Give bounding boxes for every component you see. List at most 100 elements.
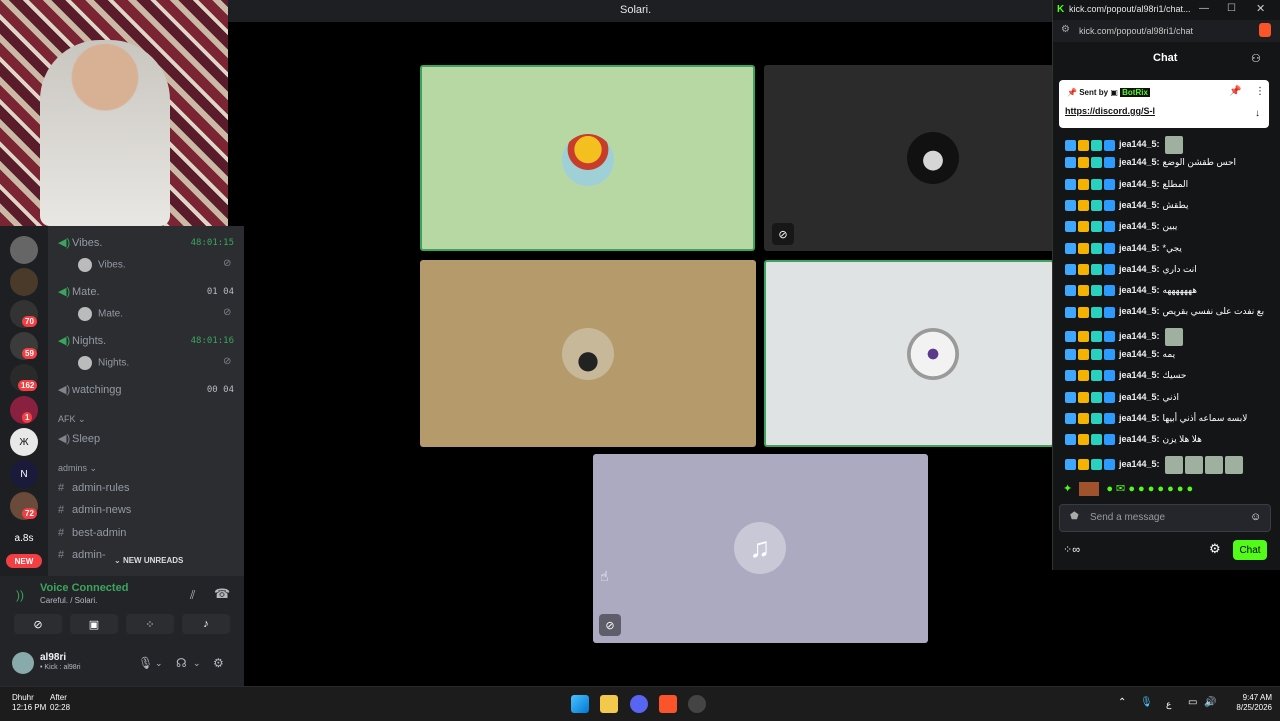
chevron-down-icon[interactable]: ⌄ bbox=[193, 658, 201, 669]
headphones-icon[interactable]: ☊ bbox=[176, 656, 187, 670]
maximize-icon[interactable]: ☐ bbox=[1227, 3, 1236, 14]
chat-username[interactable]: jea144_5: bbox=[1119, 157, 1160, 167]
chat-message[interactable]: jea144_5: *يجي bbox=[1065, 243, 1265, 261]
gear-icon[interactable]: ⚙ bbox=[213, 656, 224, 670]
chat-username[interactable]: jea144_5: bbox=[1119, 392, 1160, 402]
new-unreads-button[interactable]: ⌄ NEW UNREADS bbox=[108, 554, 190, 567]
file-explorer-icon[interactable] bbox=[600, 695, 618, 713]
minimize-icon[interactable]: — bbox=[1199, 3, 1209, 14]
voice-member[interactable]: Mate. ⊘ bbox=[78, 307, 231, 321]
chat-username[interactable]: jea144_5: bbox=[1119, 459, 1160, 469]
users-icon[interactable]: ⚇ bbox=[1251, 52, 1261, 65]
chat-message[interactable]: jea144_5: احس طقشن الوضع bbox=[1065, 157, 1265, 175]
chat-message[interactable]: jea144_5: يطقش bbox=[1065, 200, 1265, 218]
text-channel[interactable]: # admin-news bbox=[58, 504, 131, 516]
chat-message[interactable]: jea144_5: يبين bbox=[1065, 221, 1265, 239]
microphone-icon[interactable]: 🎙 bbox=[138, 656, 153, 670]
chat-username[interactable]: jea144_5: bbox=[1119, 200, 1160, 210]
chat-message[interactable]: jea144_5: اذني bbox=[1065, 392, 1265, 410]
chat-message[interactable]: jea144_5: المطلع bbox=[1065, 179, 1265, 197]
chat-username[interactable]: jea144_5: bbox=[1119, 243, 1160, 253]
address-bar[interactable]: ⚙ kick.com/popout/al98ri1/chat bbox=[1053, 20, 1280, 42]
start-icon[interactable] bbox=[571, 695, 589, 713]
chevron-up-icon[interactable]: ⌃ bbox=[1118, 698, 1126, 708]
chat-message[interactable]: jea144_5: حسيك bbox=[1065, 370, 1265, 388]
chat-message[interactable]: jea144_5: لابسه سماعه أذني أبيها bbox=[1065, 413, 1265, 431]
chat-send-button[interactable]: Chat bbox=[1233, 540, 1267, 560]
chat-username[interactable]: jea144_5: bbox=[1119, 349, 1160, 359]
video-tile[interactable] bbox=[764, 260, 1054, 447]
server-icon[interactable]: Ж bbox=[10, 428, 38, 456]
chat-username[interactable]: jea144_5: bbox=[1119, 285, 1160, 295]
pinned-message[interactable]: 📌 Sent by ▣ BotRix https://discord.gg/S-… bbox=[1059, 80, 1269, 128]
server-icon[interactable]: a.8s bbox=[10, 524, 38, 552]
close-icon[interactable]: ✕ bbox=[1256, 2, 1265, 15]
voice-channel-sleep[interactable]: ◀) Sleep bbox=[58, 432, 100, 445]
pinned-link[interactable]: https://discord.gg/S-l bbox=[1065, 106, 1155, 116]
server-icon[interactable] bbox=[10, 268, 38, 296]
chat-username[interactable]: jea144_5: bbox=[1119, 139, 1160, 149]
screenshare-button[interactable]: ▣ bbox=[70, 614, 118, 634]
voice-channel-mate[interactable]: ◀) Mate. bbox=[58, 285, 100, 298]
voice-connected-subtitle[interactable]: Careful. / Solari. bbox=[40, 596, 97, 605]
avatar[interactable] bbox=[12, 652, 34, 674]
chat-username[interactable]: jea144_5: bbox=[1119, 221, 1160, 231]
language-indicator[interactable]: ع bbox=[1166, 699, 1171, 709]
category-admins[interactable]: admins ⌄ bbox=[58, 463, 97, 474]
infinity-icon[interactable]: ⁘∞ bbox=[1063, 543, 1080, 556]
microphone-icon[interactable]: 🎙 bbox=[1140, 698, 1153, 708]
brave-icon[interactable] bbox=[659, 695, 677, 713]
chat-username[interactable]: jea144_5: bbox=[1119, 434, 1160, 444]
clock[interactable]: 9:47 AM 8/25/2026 bbox=[1228, 693, 1272, 713]
chat-message[interactable]: jea144_5: bbox=[1065, 327, 1265, 346]
app-icon[interactable] bbox=[688, 695, 706, 713]
activities-button[interactable]: ⁘ bbox=[126, 614, 174, 634]
voice-member[interactable]: Vibes. ⊘ bbox=[78, 258, 231, 272]
chat-message[interactable]: jea144_5: bbox=[1065, 136, 1265, 154]
chat-username[interactable]: jea144_5: bbox=[1119, 306, 1160, 316]
chat-message[interactable]: jea144_5: bbox=[1065, 455, 1265, 474]
site-info-icon[interactable]: ⚙ bbox=[1061, 24, 1070, 35]
emote-bar[interactable]: ✦ ● ✉ ● ● ● ● ● ● ● bbox=[1063, 482, 1193, 497]
send-message-input[interactable]: ⬟ Send a message ☺ bbox=[1059, 504, 1271, 532]
brave-shield-icon[interactable] bbox=[1259, 23, 1271, 37]
emoji-icon[interactable]: ☺ bbox=[1250, 511, 1261, 523]
server-icon[interactable]: N bbox=[10, 460, 38, 488]
emote-icon[interactable]: ● ✉ ● ● ● ● ● ● ● bbox=[1106, 483, 1193, 495]
soundboard-button[interactable]: ♪ bbox=[182, 614, 230, 634]
username[interactable]: al98ri bbox=[40, 652, 66, 663]
gear-icon[interactable]: ⚙ bbox=[1209, 541, 1221, 557]
chat-message[interactable]: jea144_5: هلا هلا يزن bbox=[1065, 434, 1265, 452]
server-icon[interactable] bbox=[10, 236, 38, 264]
emote-icon[interactable]: ✦ bbox=[1063, 483, 1072, 495]
noise-suppression-icon[interactable]: ⫽ bbox=[190, 588, 195, 603]
text-channel[interactable]: # admin-rules bbox=[58, 482, 129, 494]
video-tile[interactable]: ♫ ⊘ bbox=[593, 454, 928, 643]
prayer-widget[interactable]: Dhuhr 12:16 PM bbox=[12, 693, 46, 713]
chat-message[interactable]: jea144_5: انت داري bbox=[1065, 264, 1265, 282]
chat-username[interactable]: jea144_5: bbox=[1119, 331, 1160, 341]
voice-member[interactable]: Nights. ⊘ bbox=[78, 356, 231, 370]
video-tile[interactable]: ⊘ bbox=[764, 65, 1054, 251]
voice-channel-vibes[interactable]: ◀) Vibes. bbox=[58, 236, 102, 249]
chat-message[interactable]: jea144_5: يمه bbox=[1065, 349, 1265, 367]
disconnect-icon[interactable]: ☎ bbox=[214, 586, 230, 602]
voice-channel-watchingg[interactable]: ◀) watchingg bbox=[58, 383, 122, 396]
text-channel[interactable]: # admin- bbox=[58, 549, 106, 561]
arrow-down-icon[interactable]: ↓ bbox=[1255, 108, 1260, 119]
video-tile[interactable] bbox=[420, 65, 755, 251]
discord-icon[interactable] bbox=[630, 695, 648, 713]
unpin-icon[interactable]: 📌 bbox=[1229, 86, 1241, 97]
category-afk[interactable]: AFK ⌄ bbox=[58, 414, 86, 425]
chat-username[interactable]: jea144_5: bbox=[1119, 264, 1160, 274]
video-tile[interactable] bbox=[420, 260, 756, 447]
voice-channel-nights[interactable]: ◀) Nights. bbox=[58, 334, 106, 347]
chat-username[interactable]: jea144_5: bbox=[1119, 370, 1160, 380]
chat-username[interactable]: jea144_5: bbox=[1119, 413, 1160, 423]
chat-message[interactable]: jea144_5: بع نفدت على نفسي بقريص bbox=[1065, 306, 1265, 324]
volume-icon[interactable]: 🔊 bbox=[1204, 698, 1216, 708]
chat-message[interactable]: jea144_5: هههههههه bbox=[1065, 285, 1265, 303]
emote-icon[interactable] bbox=[1079, 482, 1100, 497]
chevron-down-icon[interactable]: ⌄ bbox=[155, 658, 163, 669]
chat-username[interactable]: jea144_5: bbox=[1119, 179, 1160, 189]
